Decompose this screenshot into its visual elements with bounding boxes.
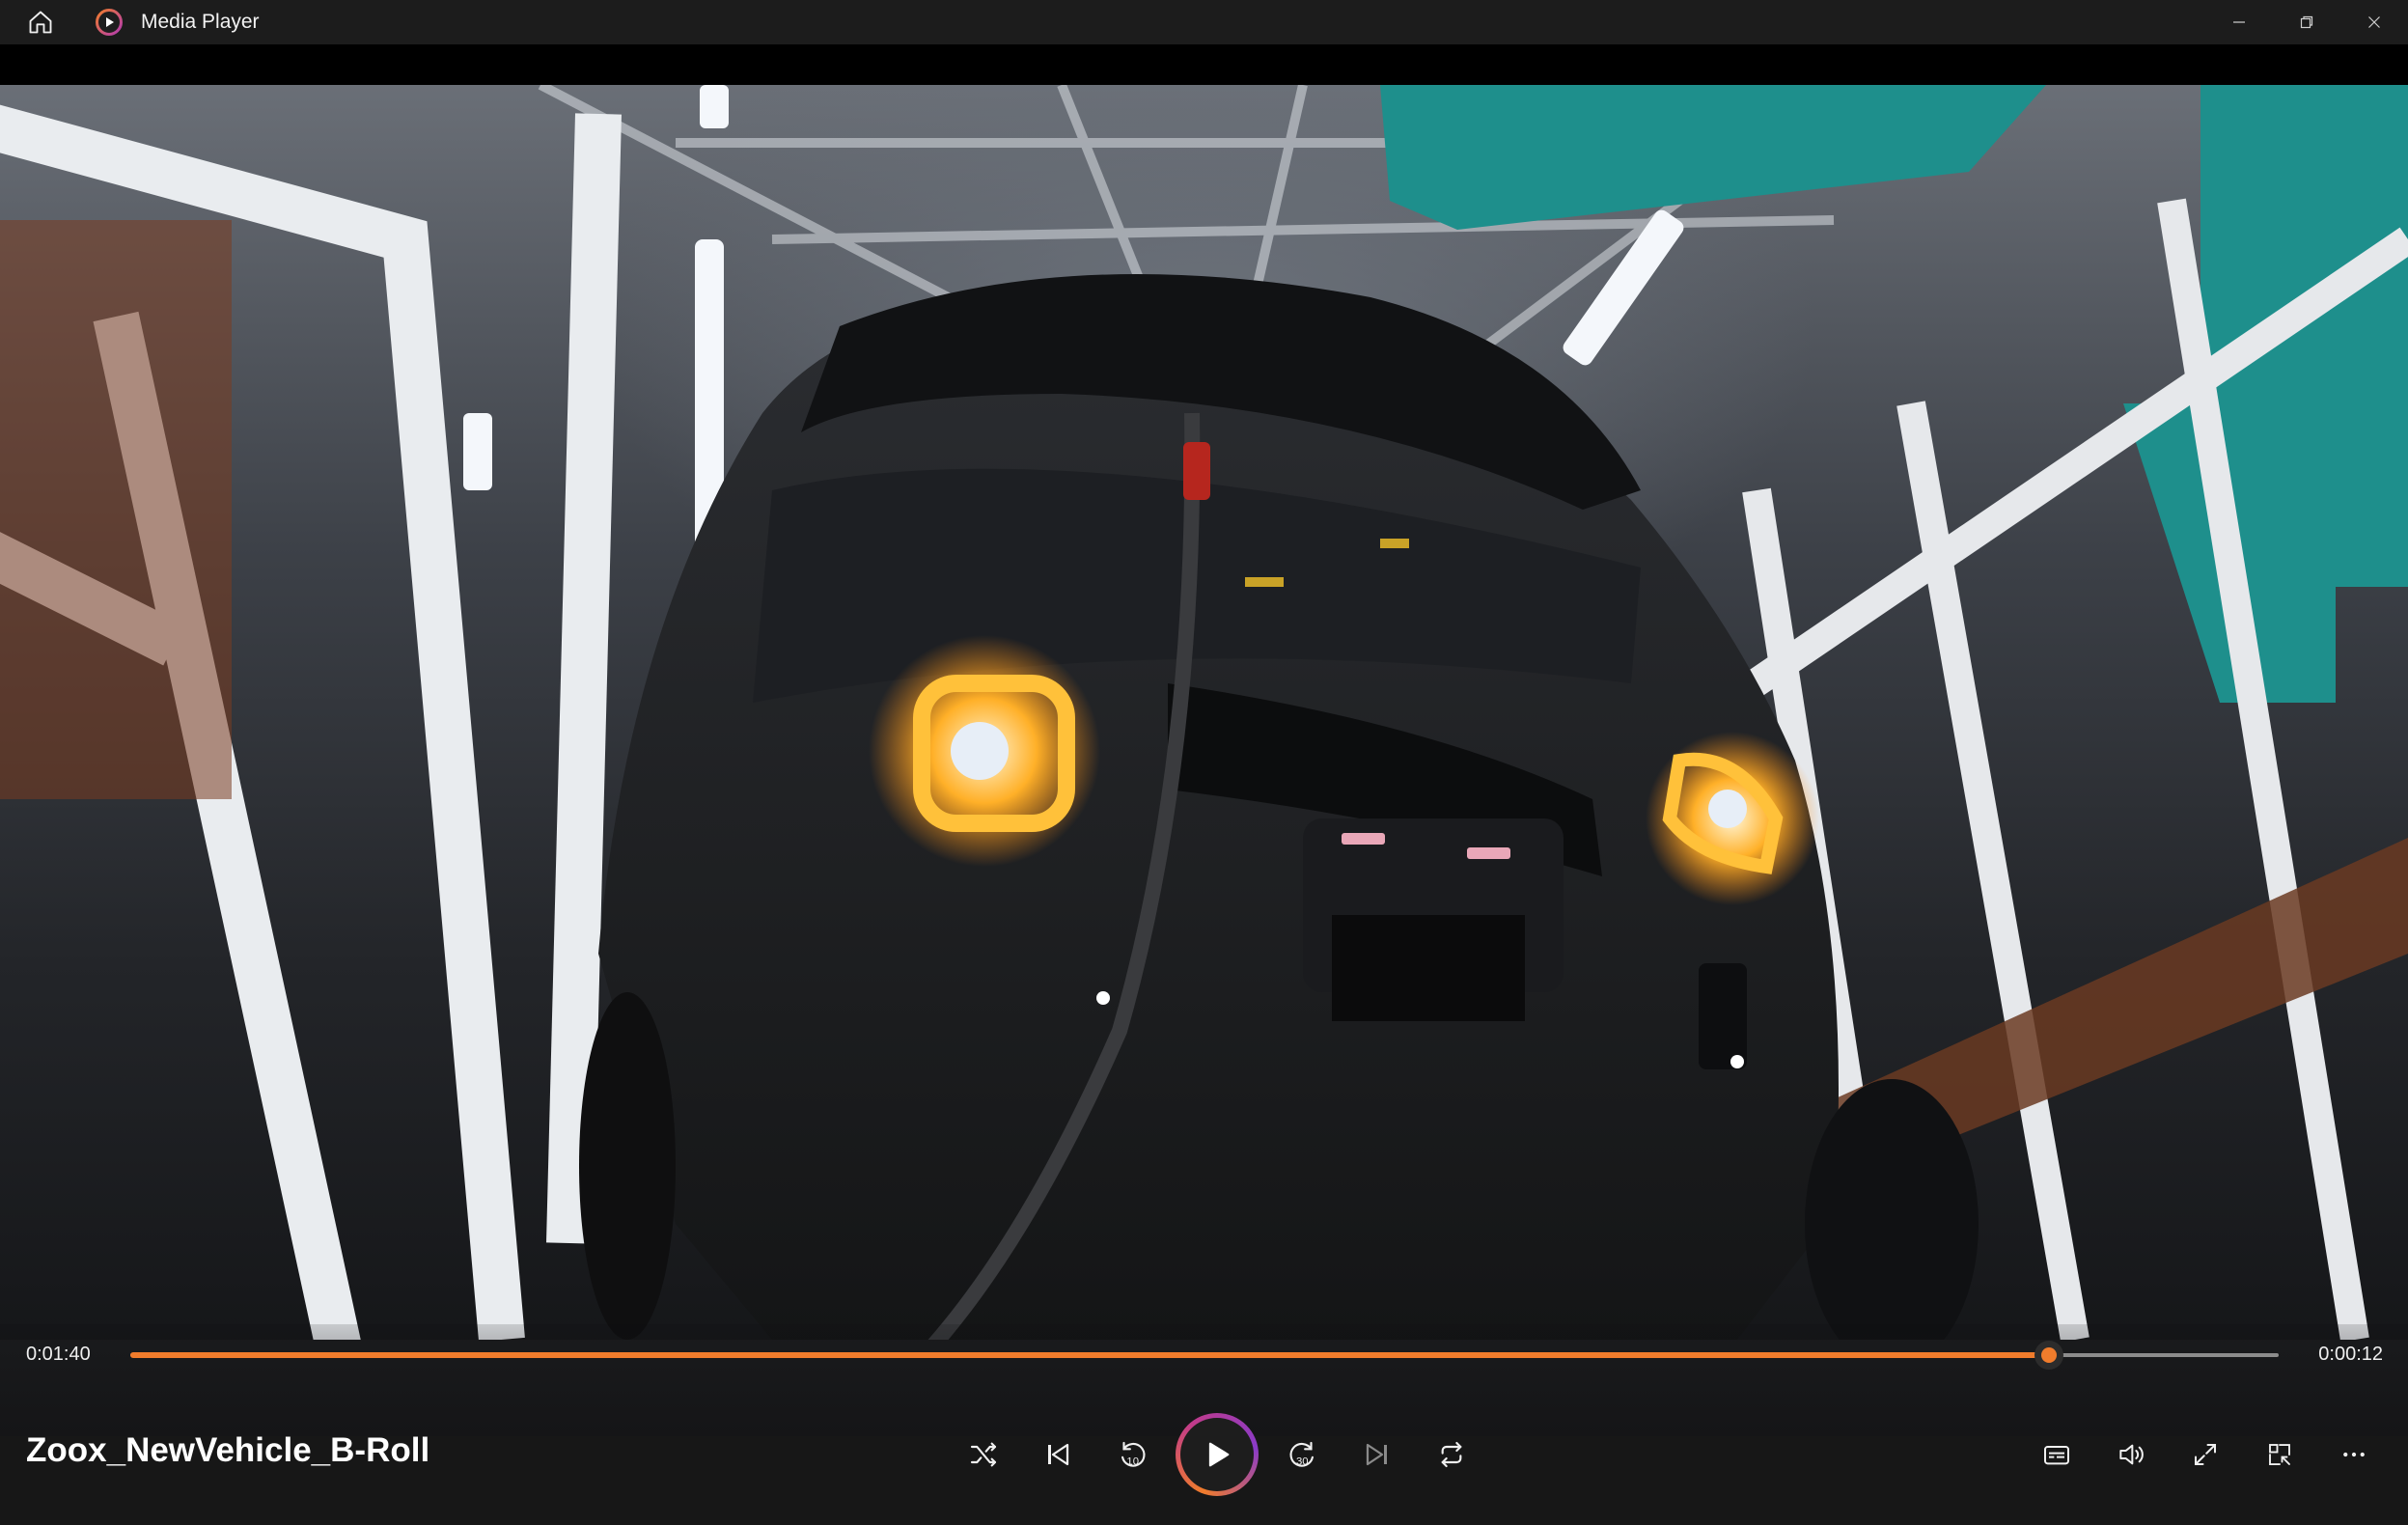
next-button[interactable] <box>1340 1411 1414 1498</box>
remaining-time: 0:00:12 <box>2318 1344 2383 1365</box>
minimize-button[interactable] <box>2205 0 2273 44</box>
close-button[interactable] <box>2340 0 2408 44</box>
title-bar: Media Player <box>0 0 2408 44</box>
previous-button[interactable] <box>1020 1411 1094 1498</box>
play-icon <box>1208 1442 1230 1467</box>
mini-player-icon <box>2268 1444 2290 1465</box>
seek-thumb[interactable] <box>2034 1341 2063 1370</box>
seek-bar[interactable] <box>130 1341 2279 1370</box>
app-title: Media Player <box>141 11 260 33</box>
skip-forward-button[interactable]: 30 <box>1265 1411 1340 1498</box>
window-controls <box>2205 0 2408 44</box>
fullscreen-button[interactable] <box>2168 1411 2242 1498</box>
captions-icon <box>2043 1446 2069 1465</box>
svg-text:30: 30 <box>1295 1456 1308 1468</box>
volume-icon <box>2118 1444 2144 1465</box>
more-options-icon <box>2342 1452 2365 1457</box>
play-button-ring <box>1176 1413 1259 1496</box>
more-options-button[interactable] <box>2316 1411 2391 1498</box>
svg-text:10: 10 <box>1126 1456 1139 1468</box>
play-button[interactable] <box>1169 1411 1265 1498</box>
restore-button[interactable] <box>2273 0 2340 44</box>
repeat-icon <box>1441 1441 1461 1468</box>
shuffle-button[interactable] <box>946 1411 1020 1498</box>
skip-back-button[interactable]: 10 <box>1094 1411 1169 1498</box>
shuffle-icon <box>970 1442 996 1467</box>
captions-button[interactable] <box>2019 1411 2093 1498</box>
volume-button[interactable] <box>2093 1411 2168 1498</box>
video-frame-image <box>0 85 2408 1436</box>
media-player-window: Media Player 0:01:40 0:00:12 Zoox_NewVeh… <box>0 0 2408 1525</box>
mini-player-button[interactable] <box>2242 1411 2316 1498</box>
elapsed-time: 0:01:40 <box>26 1344 91 1365</box>
next-track-icon <box>1366 1443 1387 1466</box>
minimize-icon <box>2233 21 2245 23</box>
secondary-controls <box>2019 1411 2391 1498</box>
fullscreen-icon <box>2194 1444 2216 1465</box>
transport-controls: 10 30 <box>946 1411 1488 1498</box>
skip-forward-30-icon: 30 <box>1288 1441 1314 1468</box>
media-player-app-icon <box>96 9 123 36</box>
skip-back-10-icon: 10 <box>1121 1441 1146 1468</box>
seek-progress <box>130 1352 2049 1358</box>
previous-track-icon <box>1047 1443 1068 1466</box>
repeat-button[interactable] <box>1414 1411 1488 1498</box>
play-button-core <box>1180 1418 1254 1491</box>
video-frame[interactable] <box>0 85 2408 1436</box>
restore-icon <box>2300 15 2313 29</box>
media-title: Zoox_NewVehicle_B-Roll <box>26 1431 430 1469</box>
close-icon <box>2368 16 2380 28</box>
home-button[interactable] <box>0 0 81 44</box>
home-icon <box>29 11 52 34</box>
